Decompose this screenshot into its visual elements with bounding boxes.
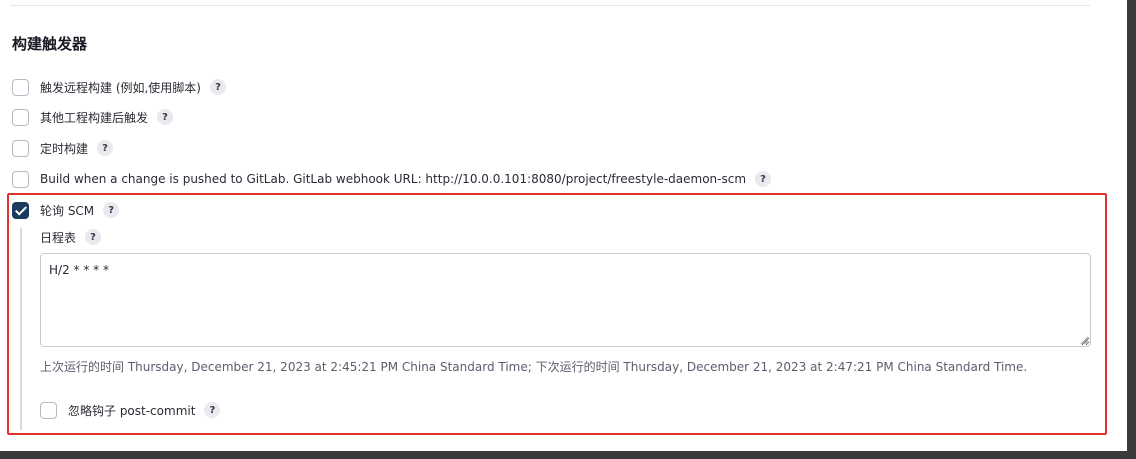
trigger-poll-scm[interactable]: 轮询 SCM ?	[12, 200, 120, 220]
ignore-post-commit[interactable]: 忽略钩子 post-commit ?	[40, 400, 221, 420]
trigger-build-periodically-label[interactable]: 定时构建	[40, 140, 88, 157]
help-icon[interactable]: ?	[157, 109, 174, 125]
nested-options-line	[20, 228, 22, 430]
trigger-gitlab-push-checkbox[interactable]	[12, 170, 29, 188]
schedule-input[interactable]: H/2 * * * *	[40, 253, 1091, 347]
trigger-gitlab-push-label[interactable]: Build when a change is pushed to GitLab.…	[40, 172, 746, 186]
help-icon[interactable]: ?	[755, 171, 772, 187]
help-icon[interactable]: ?	[103, 202, 120, 218]
resize-grip-icon[interactable]	[1080, 336, 1089, 345]
schedule-run-info: 上次运行的时间 Thursday, December 21, 2023 at 2…	[40, 360, 1028, 374]
window-edge-bottom	[0, 451, 1136, 459]
trigger-gitlab-push[interactable]: Build when a change is pushed to GitLab.…	[12, 169, 772, 189]
checkmark-icon[interactable]	[12, 201, 29, 219]
help-icon[interactable]: ?	[204, 402, 221, 418]
trigger-after-other-projects-label[interactable]: 其他工程构建后触发	[40, 109, 148, 126]
schedule-label: 日程表	[40, 230, 77, 245]
ignore-post-commit-checkbox[interactable]	[40, 401, 57, 419]
help-icon[interactable]: ?	[85, 229, 102, 245]
schedule-label-row: 日程表 ?	[40, 228, 102, 246]
trigger-after-other-projects[interactable]: 其他工程构建后触发 ?	[12, 107, 174, 127]
help-icon[interactable]: ?	[210, 79, 226, 95]
ignore-post-commit-label[interactable]: 忽略钩子 post-commit	[68, 402, 195, 419]
help-icon[interactable]: ?	[97, 140, 114, 156]
trigger-after-other-projects-checkbox[interactable]	[12, 108, 29, 126]
page-frame: 构建触发器 触发远程构建 (例如,使用脚本) ? 其他工程构建后触发 ? 定时构…	[0, 0, 1127, 451]
window-edge-right	[1127, 0, 1136, 459]
trigger-remote-build[interactable]: 触发远程构建 (例如,使用脚本) ?	[12, 77, 226, 97]
section-title: 构建触发器	[12, 35, 88, 53]
trigger-remote-build-label[interactable]: 触发远程构建 (例如,使用脚本)	[40, 79, 201, 96]
trigger-poll-scm-label[interactable]: 轮询 SCM	[40, 202, 94, 219]
section-divider	[10, 5, 1090, 6]
trigger-build-periodically-checkbox[interactable]	[12, 139, 29, 157]
trigger-build-periodically[interactable]: 定时构建 ?	[12, 138, 114, 158]
trigger-remote-build-checkbox[interactable]	[12, 78, 29, 96]
